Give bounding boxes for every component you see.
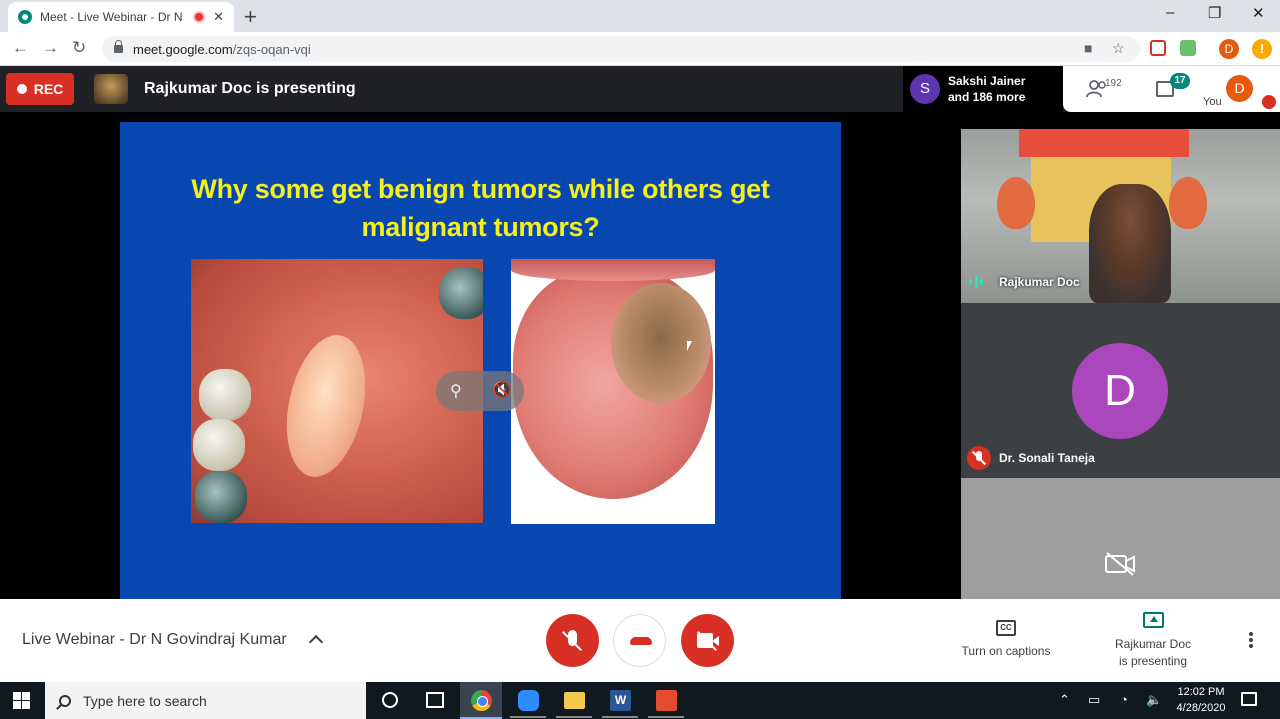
speaking-indicator-icon (969, 275, 983, 289)
zoom-icon[interactable] (518, 690, 539, 711)
address-bar[interactable]: meet.google.com/zqs-oqan-vqi (102, 36, 1140, 62)
browser-tab-strip: Meet - Live Webinar - Dr N G ✕ + – ❐ ✕ (0, 0, 1280, 32)
wifi-icon[interactable]: ◔ (1120, 692, 1128, 707)
maximize-icon[interactable]: ❐ (1208, 4, 1221, 22)
participant-avatar: D (1072, 343, 1168, 439)
microphone-toggle-button[interactable] (546, 614, 599, 667)
forward-arrow-icon[interactable]: → (42, 38, 59, 58)
self-mic-off-icon (1262, 95, 1276, 109)
recording-indicator-icon (193, 11, 206, 23)
joined-more: and 186 more (948, 90, 1026, 104)
joined-name: Sakshi Jainer (948, 74, 1026, 88)
task-view-icon[interactable] (426, 692, 444, 708)
slide-photo-malignant (511, 259, 715, 524)
self-avatar[interactable]: D (1226, 75, 1253, 102)
minimize-icon[interactable]: – (1166, 4, 1174, 21)
tab-close-icon[interactable]: ✕ (213, 9, 224, 25)
extension-download-icon[interactable] (1180, 40, 1196, 56)
tab-meet[interactable]: Meet - Live Webinar - Dr N G ✕ (8, 2, 234, 32)
camera-off-icon (1105, 552, 1135, 576)
back-arrow-icon[interactable]: ← (12, 38, 29, 58)
participant-tile-rajkumar[interactable]: Rajkumar Doc (961, 129, 1280, 303)
captions-icon[interactable]: CC (996, 620, 1016, 636)
people-count: 192 (1105, 78, 1122, 89)
mute-speaker-icon[interactable]: 🔇 (492, 380, 512, 400)
meeting-title[interactable]: Live Webinar - Dr N Govindraj Kumar (22, 631, 287, 649)
new-tab-button[interactable]: + (244, 4, 257, 30)
url-host: meet.google.com (133, 41, 233, 57)
volume-icon[interactable]: 🔈 (1146, 692, 1162, 708)
camera-toggle-button[interactable] (681, 614, 734, 667)
search-placeholder: Type here to search (83, 692, 207, 709)
meet-favicon-icon (18, 10, 32, 24)
presenting-banner: Rajkumar Doc is presenting (144, 80, 356, 97)
recording-badge: REC (6, 73, 74, 105)
phone-hangup-icon (630, 637, 652, 645)
file-explorer-icon[interactable] (564, 692, 585, 709)
taskbar-search-input[interactable]: Type here to search (45, 682, 366, 719)
presenter-avatar (94, 74, 128, 104)
cortana-icon[interactable] (382, 692, 398, 708)
participants-joined-popup[interactable]: S Sakshi Jainer and 186 more (903, 66, 1063, 112)
camera-permission-icon[interactable]: ■ (1084, 40, 1092, 56)
windows-start-icon[interactable] (13, 692, 30, 709)
participant-name: Dr. Sonali Taneja (999, 451, 1095, 465)
present-screen-icon[interactable] (1143, 612, 1164, 628)
participant-tile-sonali[interactable]: D Dr. Sonali Taneja (961, 303, 1280, 478)
participant-name: Rajkumar Doc (999, 275, 1080, 289)
participant-tile-camera-off[interactable] (961, 478, 1280, 599)
profile-avatar[interactable]: D (1219, 39, 1239, 59)
mouse-cursor-icon (687, 341, 692, 351)
leave-call-button[interactable] (613, 614, 666, 667)
url-path: /zqs-oqan-vqi (232, 41, 311, 57)
browser-toolbar: ← → ↻ meet.google.com/zqs-oqan-vqi ■ ☆ (0, 32, 1280, 66)
chrome-icon[interactable] (471, 690, 492, 711)
chat-badge: 17 (1170, 73, 1190, 89)
self-label: You (1203, 96, 1222, 108)
search-icon (59, 694, 71, 707)
extension-pocket-icon[interactable] (1150, 40, 1166, 56)
tab-title: Meet - Live Webinar - Dr N G (40, 10, 186, 24)
tray-chevron-up-icon[interactable]: ⌃ (1059, 692, 1070, 708)
pin-icon[interactable]: ⚲ (450, 381, 462, 401)
presenting-button[interactable]: Rajkumar Doc is presenting (1103, 636, 1203, 670)
mic-off-icon (967, 446, 991, 470)
browser-alert-icon[interactable]: ! (1252, 39, 1272, 59)
window-close-icon[interactable]: ✕ (1252, 4, 1265, 22)
battery-icon[interactable]: ▭ (1088, 692, 1100, 708)
slide-title: Why some get benign tumors while others … (191, 174, 770, 242)
participant-avatar: S (910, 74, 940, 104)
pin-overlay[interactable]: ⚲ 🔇 (436, 371, 524, 411)
reload-icon[interactable]: ↻ (72, 38, 86, 58)
taskbar-clock[interactable]: 12:02 PM 4/28/2020 (1170, 684, 1232, 716)
notification-icon[interactable] (1241, 692, 1257, 706)
more-options-icon[interactable] (1249, 632, 1253, 648)
bookmark-star-icon[interactable]: ☆ (1112, 40, 1125, 57)
lock-icon (114, 40, 123, 53)
word-icon[interactable]: W (610, 690, 631, 711)
captions-button[interactable]: Turn on captions (957, 644, 1055, 658)
pdf-reader-icon[interactable] (656, 690, 677, 711)
